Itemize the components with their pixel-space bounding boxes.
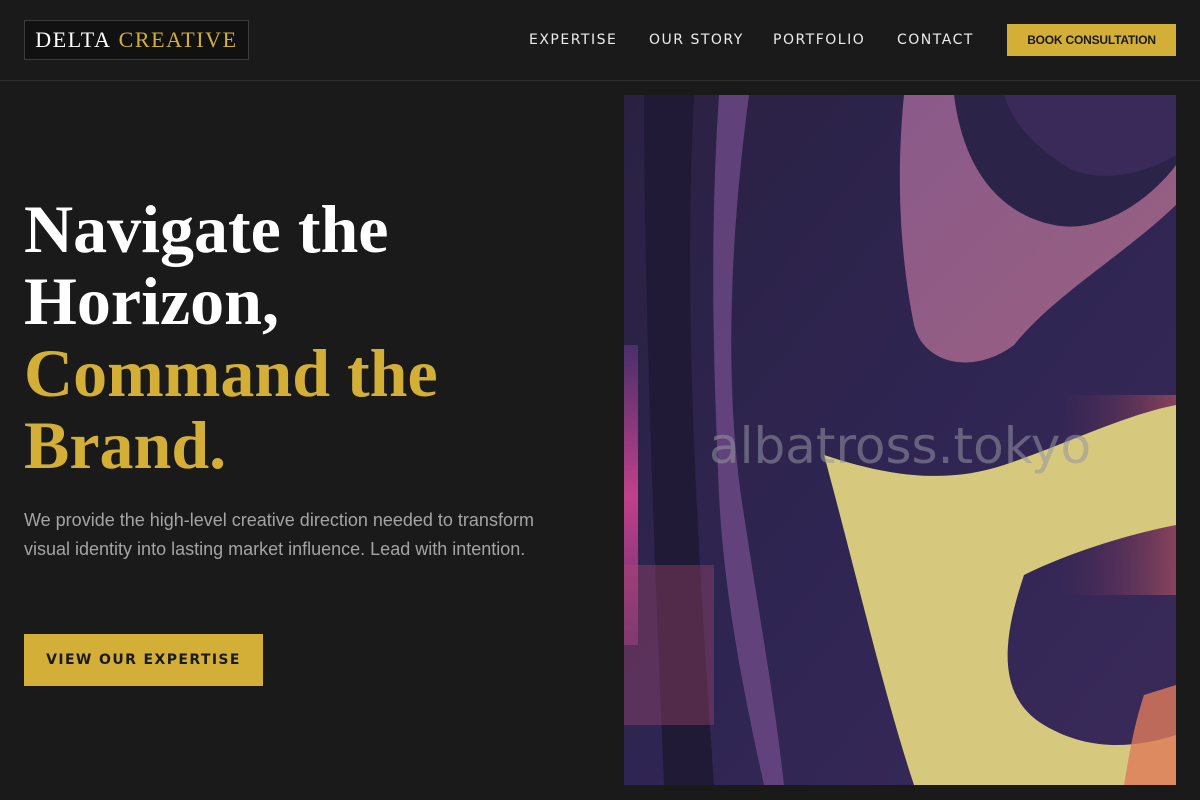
nav-link-portfolio[interactable]: PORTFOLIO <box>773 30 865 50</box>
headline-line: Horizon, <box>24 263 279 339</box>
site-header: DELTA CREATIVE EXPERTISE OUR STORY PORTF… <box>0 0 1200 81</box>
hero-description: We provide the high-level creative direc… <box>24 510 534 559</box>
headline-accent-line: Command the <box>24 335 438 411</box>
hero-headline: Navigate the Horizon, Command the Brand. <box>24 193 584 481</box>
brand-name-accent: CREATIVE <box>118 27 238 52</box>
nav-link-our-story[interactable]: OUR STORY <box>649 30 744 50</box>
nav-link-expertise[interactable]: EXPERTISE <box>529 30 617 50</box>
nav-link-contact[interactable]: CONTACT <box>897 30 974 50</box>
brand-logo[interactable]: DELTA CREATIVE <box>24 20 249 60</box>
view-expertise-button[interactable]: VIEW OUR EXPERTISE <box>24 634 263 686</box>
headline-accent-line: Brand. <box>24 407 227 483</box>
book-consultation-button[interactable]: BOOK CONSULTATION <box>1007 24 1176 56</box>
headline-line: Navigate the <box>24 191 389 267</box>
image-watermark: albatross.tokyo <box>708 417 1092 475</box>
brand-name-primary: DELTA <box>35 27 112 52</box>
hero-image: albatross.tokyo <box>624 95 1176 785</box>
